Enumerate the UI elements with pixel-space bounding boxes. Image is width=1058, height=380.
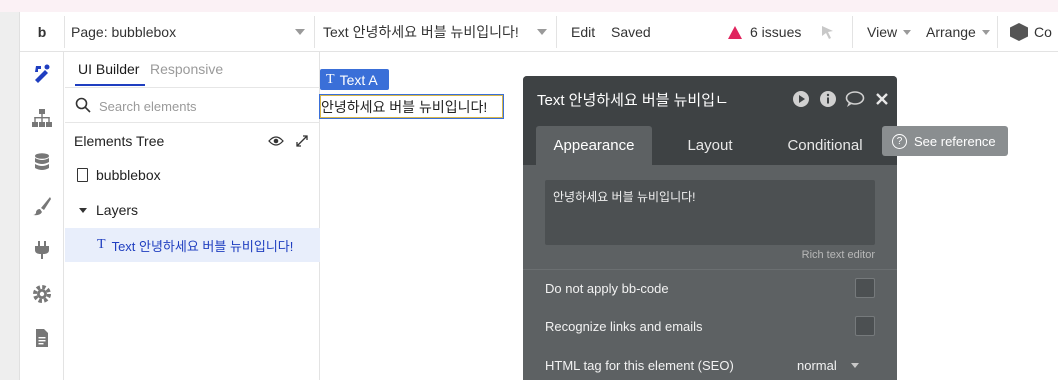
eye-icon[interactable] [268,134,284,148]
settings-icon[interactable] [32,284,52,304]
page-icon [77,168,88,182]
see-reference-label: See reference [914,133,996,149]
styles-icon[interactable] [32,196,52,216]
active-tab-underline [75,84,145,86]
divider [997,16,998,48]
plugins-icon[interactable] [32,240,52,260]
elements-tree-title: Elements Tree [74,133,165,149]
divider [523,269,897,270]
issues-button[interactable]: 6 issues [728,12,801,52]
chevron-down-icon [295,29,305,35]
search-box [65,87,320,123]
divider [556,16,557,48]
editor-tabs: Appearance Layout Conditional [523,121,897,165]
top-bar: b Page: bubblebox Text 안녕하세요 버블 뉴비입니다! E… [20,12,1058,52]
tree-item-label: bubblebox [96,167,161,183]
page-selector[interactable]: Page: bubblebox [65,12,313,52]
design-icon[interactable] [32,63,52,83]
saved-status: Saved [611,24,651,40]
data-icon[interactable] [32,152,52,172]
tab-responsive[interactable]: Responsive [150,61,223,77]
prop-row-html-tag: HTML tag for this element (SEO) normal [545,352,875,378]
icon-rail [20,52,64,380]
canvas-text-element[interactable]: 안녕하세요 버블 뉴비입니다! [319,94,504,119]
prop-label: HTML tag for this element (SEO) [545,357,734,373]
comment-icon[interactable] [845,90,865,108]
search-icon [75,97,91,113]
left-gutter [0,12,20,380]
logs-icon[interactable] [32,328,52,348]
rich-text-field[interactable]: 안녕하세요 버블 뉴비입니다! [545,180,875,245]
arrange-menu[interactable]: Arrange [926,12,990,52]
panel-tabs: UI Builder Responsive [65,52,320,86]
selected-element-tag[interactable]: T Text A [320,69,389,90]
rich-text-value: 안녕하세요 버블 뉴비입니다! [553,190,696,204]
arrange-label: Arrange [926,24,976,40]
chevron-down-icon [903,29,912,35]
tree-item-page[interactable]: bubblebox [65,158,320,192]
chevron-down-icon [850,362,859,368]
prop-label: Recognize links and emails [545,318,703,334]
components-label: Co [1034,24,1052,40]
view-label: View [867,24,898,40]
tab-layout[interactable]: Layout [656,126,764,165]
close-icon[interactable] [875,90,889,108]
property-editor: Text 안녕하세요 버블 뉴비입ㄴ Appearance Layout Con… [523,76,897,380]
text-type-icon: T [97,237,106,252]
tab-ui-builder[interactable]: UI Builder [78,61,139,77]
tree-item-text-element[interactable]: T Text 안녕하세요 버블 뉴비입니다! [65,228,320,262]
view-menu[interactable]: View [867,12,912,52]
edit-button[interactable]: Edit [571,12,595,52]
play-icon[interactable] [792,90,810,108]
search-input[interactable] [99,94,309,118]
page-selector-label: Page: bubblebox [71,24,177,40]
editor-header: Text 안녕하세요 버블 뉴비입ㄴ [523,76,897,121]
help-icon: ? [892,133,907,149]
selected-element-tag-label: Text A [339,71,378,88]
tree-item-label: Layers [96,202,139,218]
tab-conditional[interactable]: Conditional [770,126,880,165]
top-strip [0,0,1058,12]
element-selector[interactable]: Text 안녕하세요 버블 뉴비입니다! [315,12,555,52]
bbcode-checkbox[interactable] [855,278,875,298]
rich-text-editor-link[interactable]: Rich text editor [802,249,875,261]
issues-label: 6 issues [750,24,802,40]
links-checkbox[interactable] [855,316,875,336]
chevron-down-icon [981,29,990,35]
html-tag-select[interactable]: normal [787,352,865,378]
info-icon[interactable] [819,90,837,108]
workflow-icon[interactable] [32,108,52,128]
tab-appearance[interactable]: Appearance [536,126,652,165]
prop-row-bbcode: Do not apply bb-code [545,275,875,301]
cube-icon [1010,23,1028,41]
cursor-icon[interactable] [820,12,836,52]
tree-item-layers[interactable]: Layers [65,193,320,227]
expand-icon[interactable] [295,134,309,148]
divider [852,16,853,48]
element-selector-label: Text 안녕하세요 버블 뉴비입니다! [323,24,519,40]
prop-row-links: Recognize links and emails [545,313,875,339]
text-type-icon: T [326,71,335,87]
chevron-down-icon [537,29,547,35]
prop-label: Do not apply bb-code [545,280,669,296]
caret-down-icon [79,207,87,213]
components-button[interactable]: Co [1010,12,1052,52]
bubble-logo[interactable]: b [20,12,64,52]
see-reference-button[interactable]: ? See reference [882,126,1008,156]
html-tag-value: normal [797,357,837,373]
tree-item-label: Text 안녕하세요 버블 뉴비입니다! [111,238,294,254]
warning-icon [728,25,742,39]
editor-title: Text 안녕하세요 버블 뉴비입ㄴ [537,92,729,109]
elements-panel: UI Builder Responsive Elements Tree bubb… [65,52,320,380]
